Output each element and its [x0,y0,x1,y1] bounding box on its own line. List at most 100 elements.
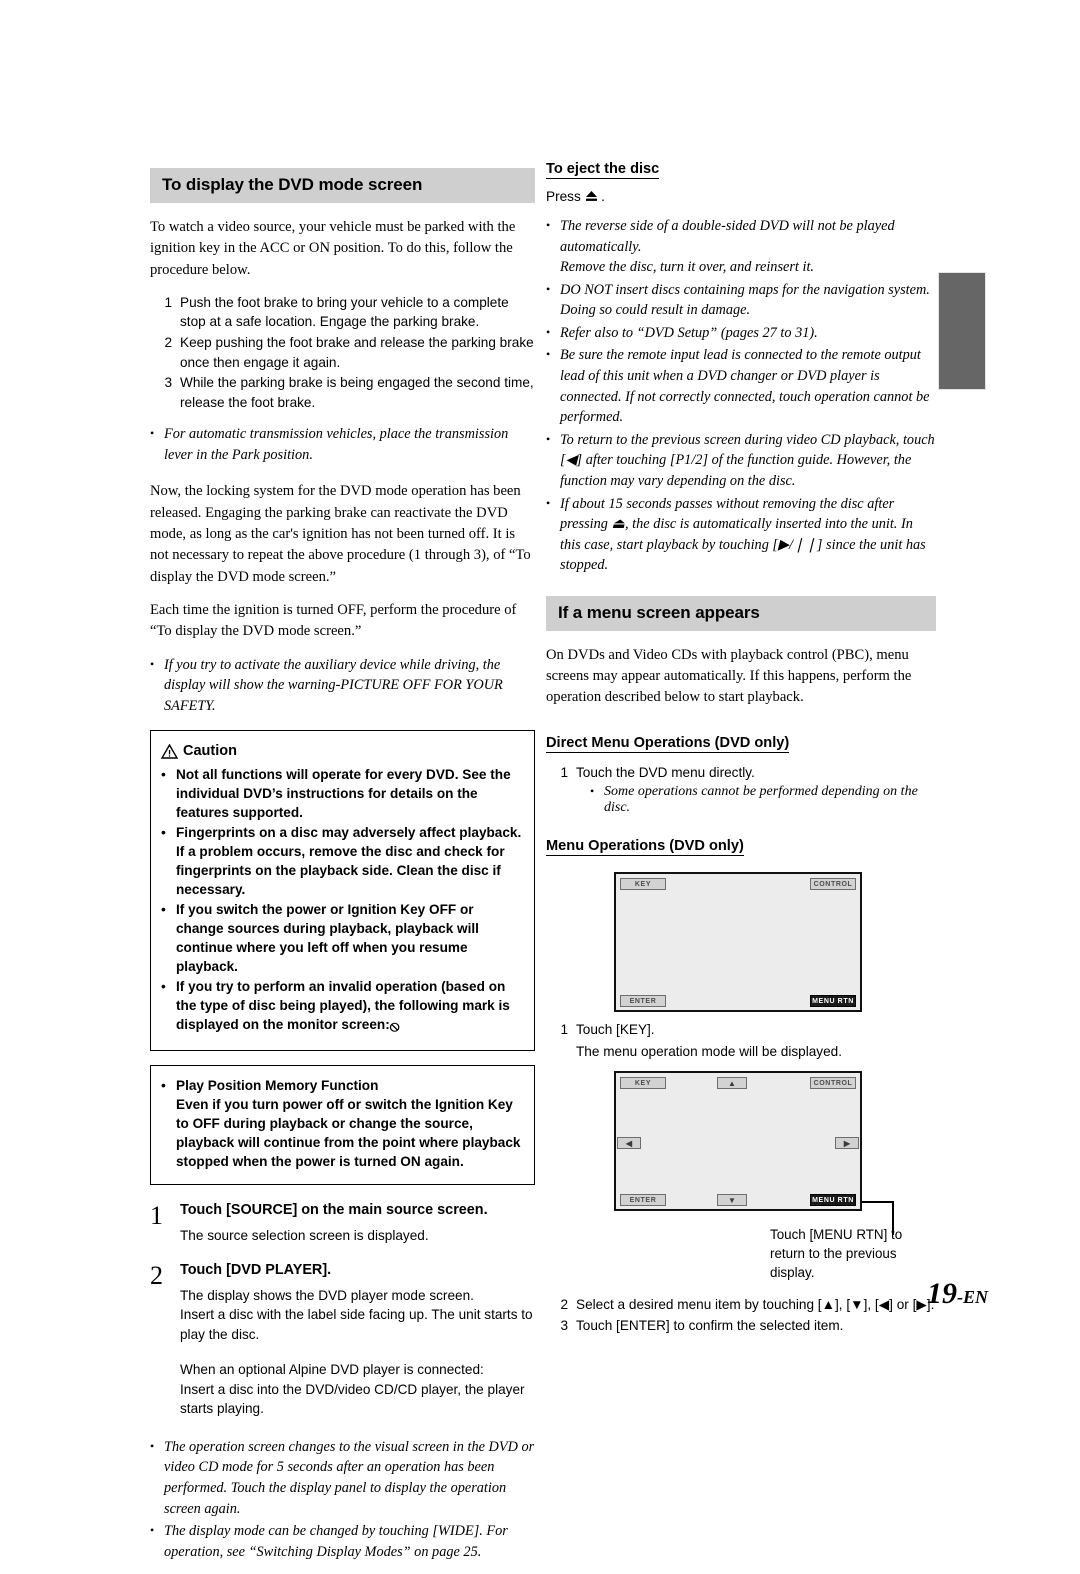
screen-button-right-arrow[interactable]: ▶ [835,1137,859,1150]
menu-intro-paragraph: On DVDs and Video CDs with playback cont… [546,646,912,706]
note-item: • Be sure the remote input lead is conne… [546,345,936,427]
memory-item-text: Play Position Memory Function Even if yo… [176,1076,522,1171]
procedure-number: 2 [164,335,172,351]
note-item: • If you try to activate the auxiliary d… [150,655,535,717]
screen-button-menu-rtn[interactable]: MENU RTN [810,1194,856,1207]
device-screen-diagram-2: KEY ▲ CONTROL ◀ ▶ ENTER ▼ MENU RTN [614,1071,862,1212]
memory-text: Even if you turn power off or switch the… [176,1096,521,1170]
procedure-item: 2 Keep pushing the foot brake and releas… [150,333,535,372]
bullet-icon: • [546,324,551,339]
ignition-off-paragraph: Each time the ignition is turned OFF, pe… [150,601,517,640]
step-description: The menu operation mode will be displaye… [576,1043,842,1059]
procedure-item: 3 While the parking brake is being engag… [150,373,535,412]
procedure-text: Keep pushing the foot brake and release … [180,335,534,370]
screen-button-enter[interactable]: ENTER [620,995,666,1008]
note-item: • DO NOT insert discs containing maps fo… [546,280,936,321]
procedure-number: 3 [164,375,172,391]
screen-button-key[interactable]: KEY [620,878,666,891]
step-1: 1 Touch [SOURCE] on the main source scre… [150,1201,535,1245]
eject-disc-heading: To eject the disc [546,161,660,179]
screen-button-left-arrow[interactable]: ◀ [617,1137,641,1150]
step-description-secondary: When an optional Alpine DVD player is co… [180,1362,525,1417]
note-item: • The display mode can be changed by tou… [150,1521,535,1562]
caution-items: • Not all functions will operate for eve… [161,765,522,1037]
bullet-icon: • [161,765,166,782]
screen-button-up-arrow[interactable]: ▲ [717,1077,747,1090]
step-text: Touch [KEY]. [576,1022,655,1038]
bullet-icon: • [546,431,551,446]
page-edge-tab-marker [938,272,986,390]
note-list-aux-device: • If you try to activate the auxiliary d… [150,655,535,717]
note-item: • To return to the previous screen durin… [546,430,936,492]
step-title: Touch [SOURCE] on the main source screen… [180,1202,488,1219]
memory-item: • Play Position Memory Function Even if … [161,1076,522,1171]
direct-menu-sub-note: • Some operations cannot be performed de… [590,784,936,816]
bullet-icon: • [546,347,551,362]
screen-diagram-2-wrapper: KEY ▲ CONTROL ◀ ▶ ENTER ▼ MENU RTN Touch… [546,1071,936,1282]
bullet-icon: • [546,218,551,232]
right-column: To eject the disc Press . • The reverse … [546,160,936,1344]
intro-paragraph: To watch a video source, your vehicle mu… [150,219,516,278]
eject-press-line: Press . [546,189,936,204]
callout-text: Touch [MENU RTN] to return to the previo… [770,1227,903,1281]
callout-leader-horizontal [862,1201,894,1204]
note-text: If about 15 seconds passes without remov… [560,495,926,574]
caution-box: Caution • Not all functions will operate… [150,730,535,1051]
step-body: Touch [SOURCE] on the main source screen… [180,1201,535,1245]
caution-item-text: If you switch the power or Ignition Key … [176,901,479,974]
left-column: To display the DVD mode screen To watch … [150,168,535,1574]
screen-button-enter[interactable]: ENTER [620,1194,666,1207]
note-item: • The reverse side of a double-sided DVD… [546,216,936,278]
screen-button-menu-rtn[interactable]: MENU RTN [810,995,856,1008]
direct-menu-steps: 1 Touch the DVD menu directly. • Some op… [546,763,936,817]
direct-menu-step: 1 Touch the DVD menu directly. [546,763,936,783]
menu-ops-step: 3 Touch [ENTER] to confirm the selected … [546,1316,936,1336]
manual-page: To display the DVD mode screen To watch … [0,0,1080,1560]
screen-button-control[interactable]: CONTROL [810,878,856,891]
section-header-dvd-mode-screen: To display the DVD mode screen [150,168,535,203]
step-text: Select a desired menu item by touching [… [576,1296,935,1312]
note-text: The display mode can be changed by touch… [164,1523,508,1560]
step-description: The display shows the DVD player mode sc… [180,1287,533,1342]
caution-item-text: If you try to perform an invalid operati… [176,977,522,1037]
caution-item-text-part: If you try to perform an invalid operati… [176,978,510,1032]
menu-operations-heading: Menu Operations (DVD only) [546,838,744,857]
note-text: The operation screen changes to the visu… [164,1438,535,1517]
menu-ops-steps-2-3: 2 Select a desired menu item by touching… [546,1295,936,1336]
screen-button-control[interactable]: CONTROL [810,1077,856,1090]
bullet-icon: • [161,977,166,994]
step-description: The source selection screen is displayed… [180,1227,429,1243]
caution-item: • Fingerprints on a disc may adversely a… [161,823,522,899]
memory-items: • Play Position Memory Function Even if … [161,1076,522,1171]
procedure-text: While the parking brake is being engaged… [180,375,534,410]
note-text: If you try to activate the auxiliary dev… [164,656,503,714]
step-number: 1 [560,1022,568,1038]
page-number: 19-EN [927,1277,988,1311]
note-item: • Refer also to “DVD Setup” (pages 27 to… [546,323,936,344]
memory-title: Play Position Memory Function [176,1077,379,1093]
caution-item: • Not all functions will operate for eve… [161,765,522,822]
caution-item-text: Fingerprints on a disc may adversely aff… [176,824,522,897]
direct-menu-operations-heading: Direct Menu Operations (DVD only) [546,734,790,753]
screen-button-key[interactable]: KEY [620,1077,666,1090]
menu-ops-step-1: 1 Touch [KEY]. The menu operation mode w… [546,1020,936,1061]
bullet-icon: • [161,900,166,917]
note-text: The reverse side of a double-sided DVD w… [560,218,895,276]
step-number: 2 [560,1296,568,1312]
caution-item: • If you try to perform an invalid opera… [161,977,522,1037]
end-note-list: • The operation screen changes to the vi… [150,1437,535,1562]
bullet-icon: • [150,656,155,671]
note-item: • The operation screen changes to the vi… [150,1437,535,1519]
caution-item-text: Not all functions will operate for every… [176,766,511,820]
device-screen-diagram-1: KEY CONTROL ENTER MENU RTN [614,872,862,1013]
bullet-icon: • [161,823,166,840]
step-number: 2 [150,1261,163,1291]
bullet-icon: • [150,1438,155,1453]
note-item: • If about 15 seconds passes without rem… [546,494,936,576]
press-period: . [601,189,605,204]
section-header-menu-screen: If a menu screen appears [546,595,936,631]
screen-button-down-arrow[interactable]: ▼ [717,1194,747,1207]
note-item: • For automatic transmission vehicles, p… [150,424,535,465]
warning-triangle-icon [160,743,179,759]
bullet-icon: • [150,426,155,441]
